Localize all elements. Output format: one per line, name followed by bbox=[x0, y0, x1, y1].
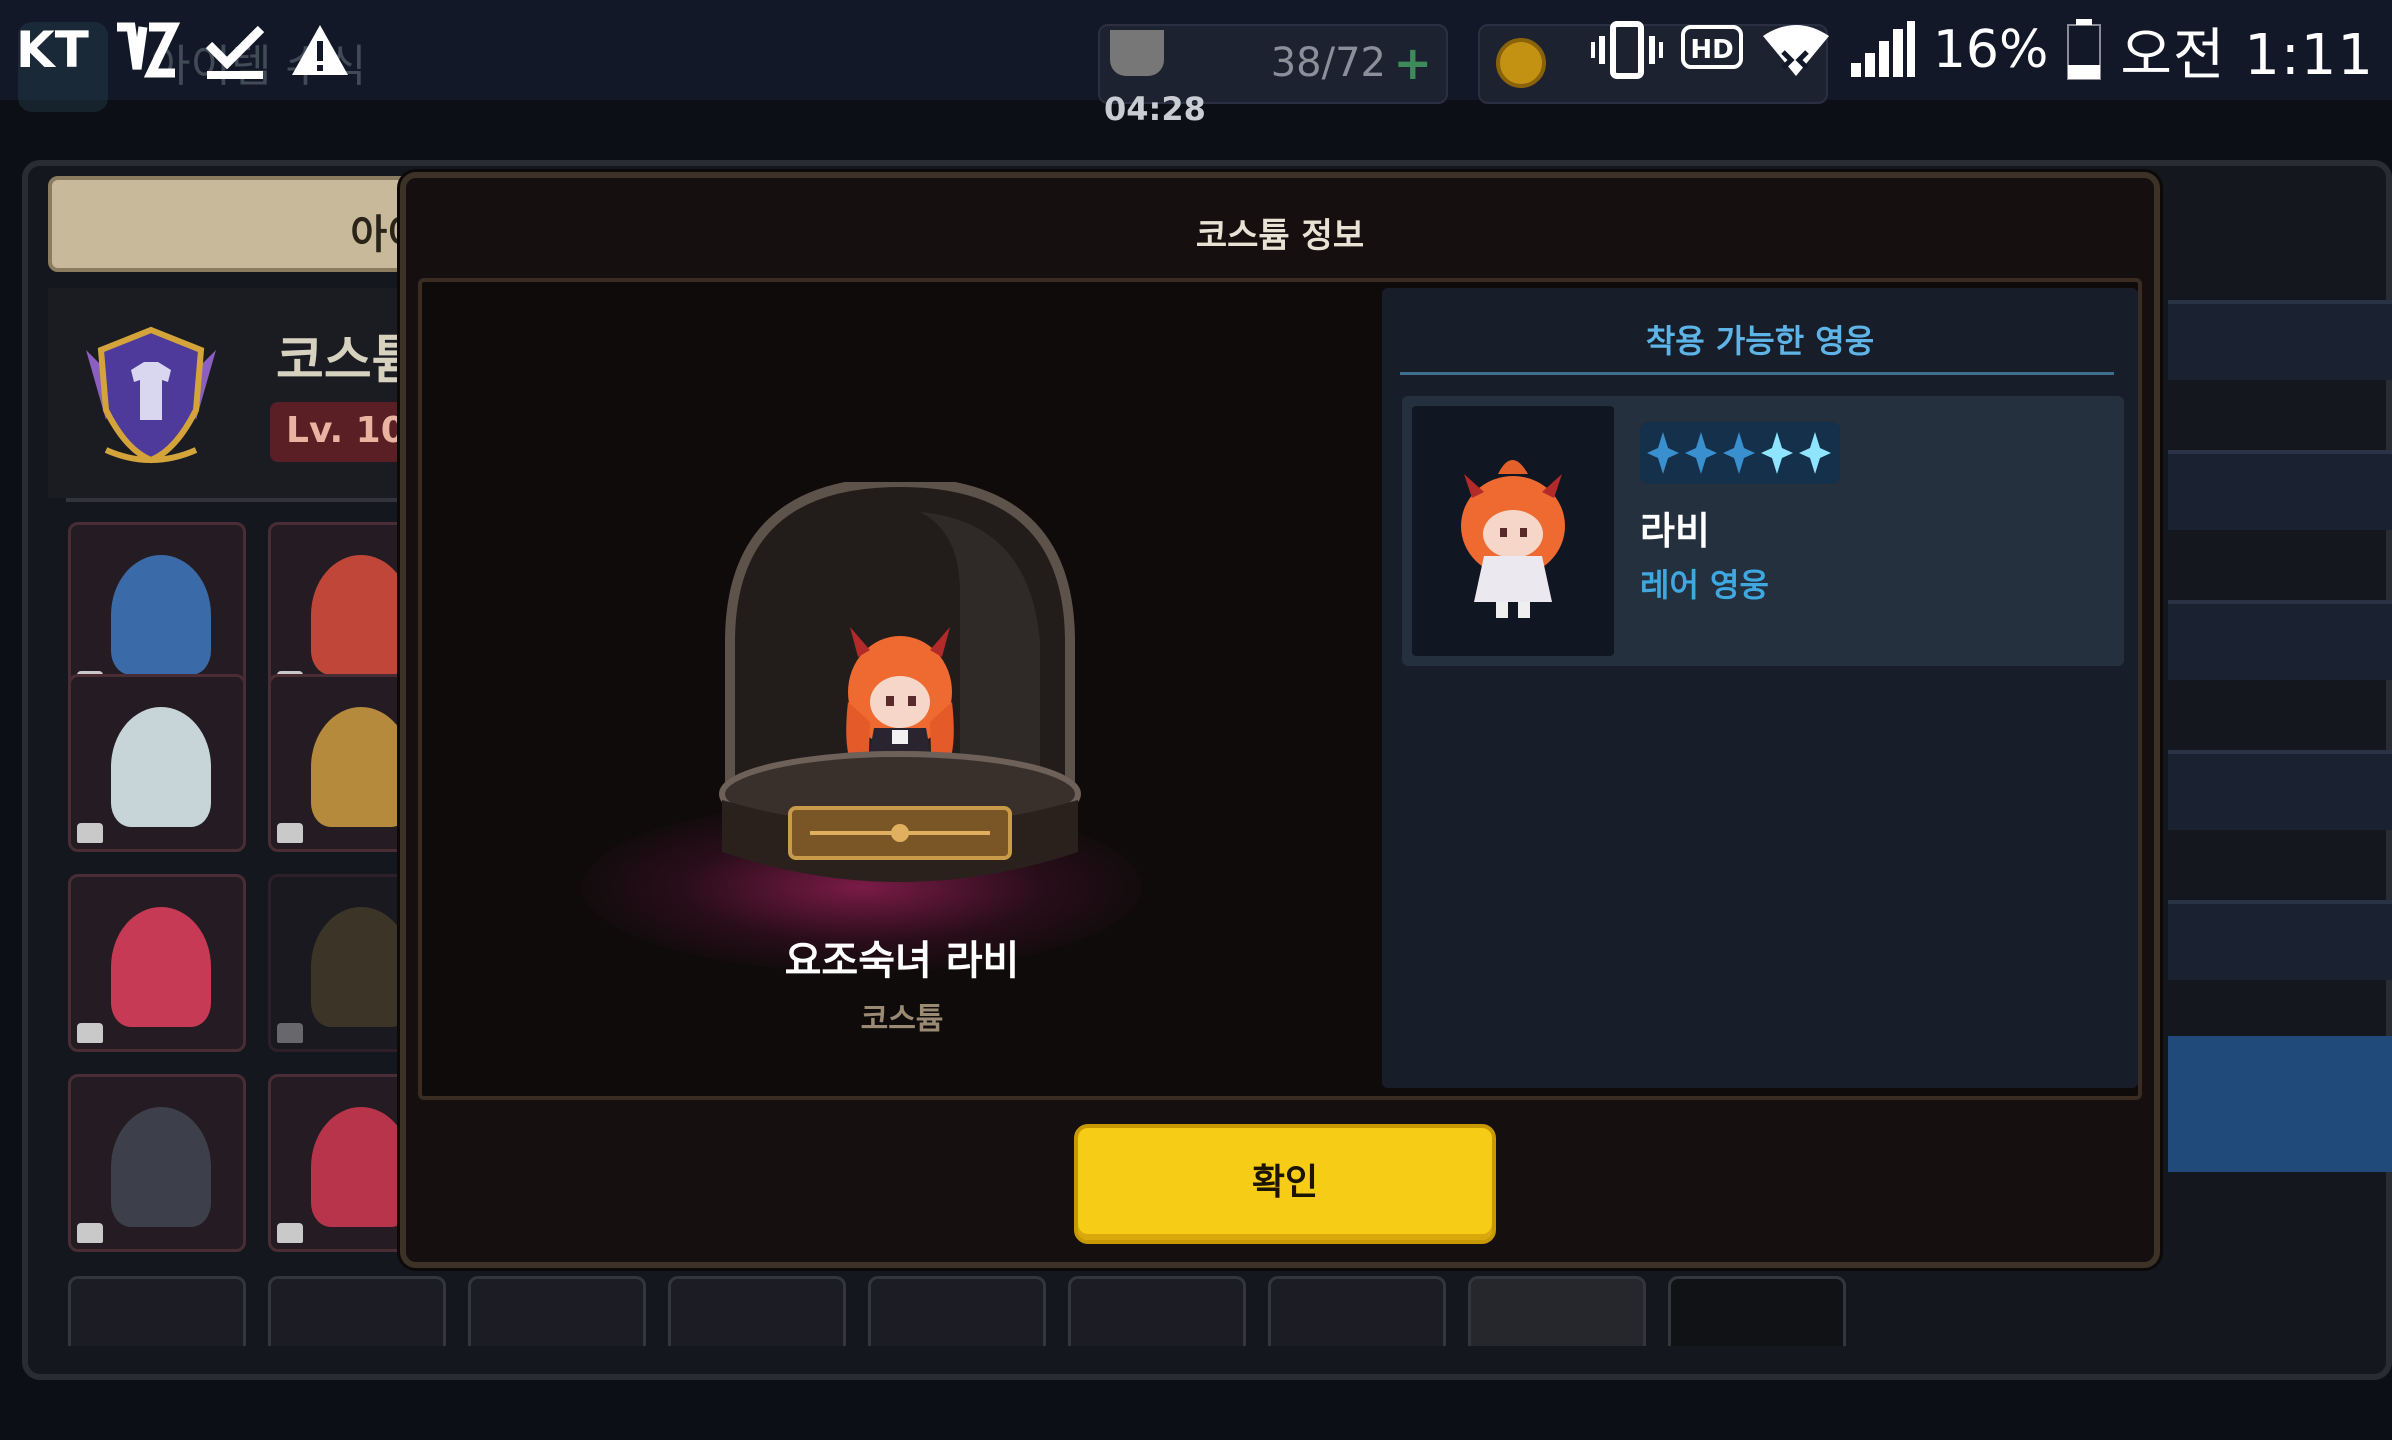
status-bar: 아이템 수식 38/72 + 04:28 KT HD 16% 오전 1:11 bbox=[0, 0, 2392, 128]
no-data-icon bbox=[111, 19, 181, 81]
tab-item[interactable]: 아이 bbox=[48, 176, 428, 272]
add-stamina-icon[interactable]: + bbox=[1393, 36, 1432, 90]
modal-content: 요조숙녀 라비 코스튬 착용 가능한 영웅 라비 레어 영웅 bbox=[418, 278, 2142, 1100]
shirt-icon bbox=[277, 1223, 303, 1243]
costume-thumb[interactable] bbox=[68, 1074, 246, 1252]
shirt-icon bbox=[277, 1023, 303, 1043]
collection-emblem-icon bbox=[86, 326, 216, 464]
costume-thumb[interactable] bbox=[1468, 1276, 1646, 1346]
battery-icon bbox=[2066, 19, 2102, 81]
hero-portrait bbox=[1412, 406, 1614, 656]
costume-thumb[interactable] bbox=[68, 874, 246, 1052]
warning-icon bbox=[289, 21, 351, 79]
stamina-timer: 04:28 bbox=[1104, 90, 1206, 128]
star-rating bbox=[1640, 422, 1840, 484]
status-left: KT bbox=[16, 12, 351, 88]
signal-icon bbox=[1849, 21, 1915, 79]
costume-thumb[interactable] bbox=[868, 1276, 1046, 1346]
star-icon bbox=[1761, 432, 1793, 474]
costume-thumb[interactable] bbox=[668, 1276, 846, 1346]
coin-icon bbox=[1496, 38, 1546, 88]
stamina-value: 38/72 bbox=[1270, 40, 1386, 86]
download-done-icon bbox=[203, 19, 267, 81]
coffee-cup-icon bbox=[1110, 30, 1164, 76]
costume-name: 요조숙녀 라비 bbox=[784, 938, 1020, 984]
list-item-selected bbox=[2168, 1036, 2392, 1172]
star-icon bbox=[1799, 432, 1831, 474]
list-item bbox=[2168, 900, 2392, 980]
vibrate-icon bbox=[1590, 20, 1663, 80]
costume-type: 코스튬 bbox=[860, 1002, 944, 1037]
costume-thumb[interactable] bbox=[68, 1276, 246, 1346]
costume-display: 요조숙녀 라비 코스튬 bbox=[422, 282, 1382, 1096]
carrier-label: KT bbox=[16, 21, 89, 79]
costume-thumb[interactable] bbox=[1068, 1276, 1246, 1346]
costume-info-modal: 코스튬 정보 요조숙녀 라비 코스튬 착용 가능한 영웅 라비 레어 영웅 확인 bbox=[400, 172, 2160, 1268]
hero-rarity: 레어 영웅 bbox=[1640, 566, 1769, 604]
modal-title: 코스튬 정보 bbox=[1195, 216, 1365, 256]
costume-collection-header: 코스튬 Lv. 100 bbox=[48, 288, 440, 498]
shirt-icon bbox=[77, 1023, 103, 1043]
divider bbox=[66, 498, 416, 502]
costume-thumb[interactable] bbox=[1268, 1276, 1446, 1346]
divider bbox=[1400, 372, 2114, 375]
collection-name: 코스튬 bbox=[276, 331, 420, 391]
equippable-heroes-title: 착용 가능한 영웅 bbox=[1645, 322, 1875, 360]
star-icon bbox=[1723, 432, 1755, 474]
shirt-icon bbox=[77, 1223, 103, 1243]
hero-name: 라비 bbox=[1640, 509, 1710, 553]
status-right: HD 16% 오전 1:11 bbox=[1590, 12, 2374, 88]
costume-thumb[interactable] bbox=[268, 1276, 446, 1346]
battery-percent: 16% bbox=[1932, 20, 2049, 80]
list-item bbox=[2168, 450, 2392, 530]
glass-dome-icon bbox=[719, 482, 1081, 882]
hd-icon: HD bbox=[1680, 25, 1743, 75]
costume-thumb[interactable] bbox=[1668, 1276, 1846, 1346]
clock: 오전 1:11 bbox=[2120, 22, 2374, 88]
hero-avatar-icon bbox=[1461, 460, 1565, 618]
star-icon bbox=[1647, 432, 1679, 474]
shirt-icon bbox=[277, 823, 303, 843]
list-item bbox=[2168, 750, 2392, 830]
confirm-button[interactable]: 확인 bbox=[1074, 1124, 1496, 1244]
wifi-icon bbox=[1761, 22, 1831, 78]
costume-thumb[interactable] bbox=[68, 674, 246, 852]
equippable-heroes-panel: 착용 가능한 영웅 라비 레어 영웅 bbox=[1382, 288, 2138, 1088]
star-icon bbox=[1685, 432, 1717, 474]
list-item bbox=[2168, 300, 2392, 380]
costume-thumb[interactable] bbox=[468, 1276, 646, 1346]
svg-text:HD: HD bbox=[1690, 35, 1733, 65]
hero-card[interactable]: 라비 레어 영웅 bbox=[1402, 396, 2124, 666]
shirt-icon bbox=[77, 823, 103, 843]
list-item bbox=[2168, 600, 2392, 680]
